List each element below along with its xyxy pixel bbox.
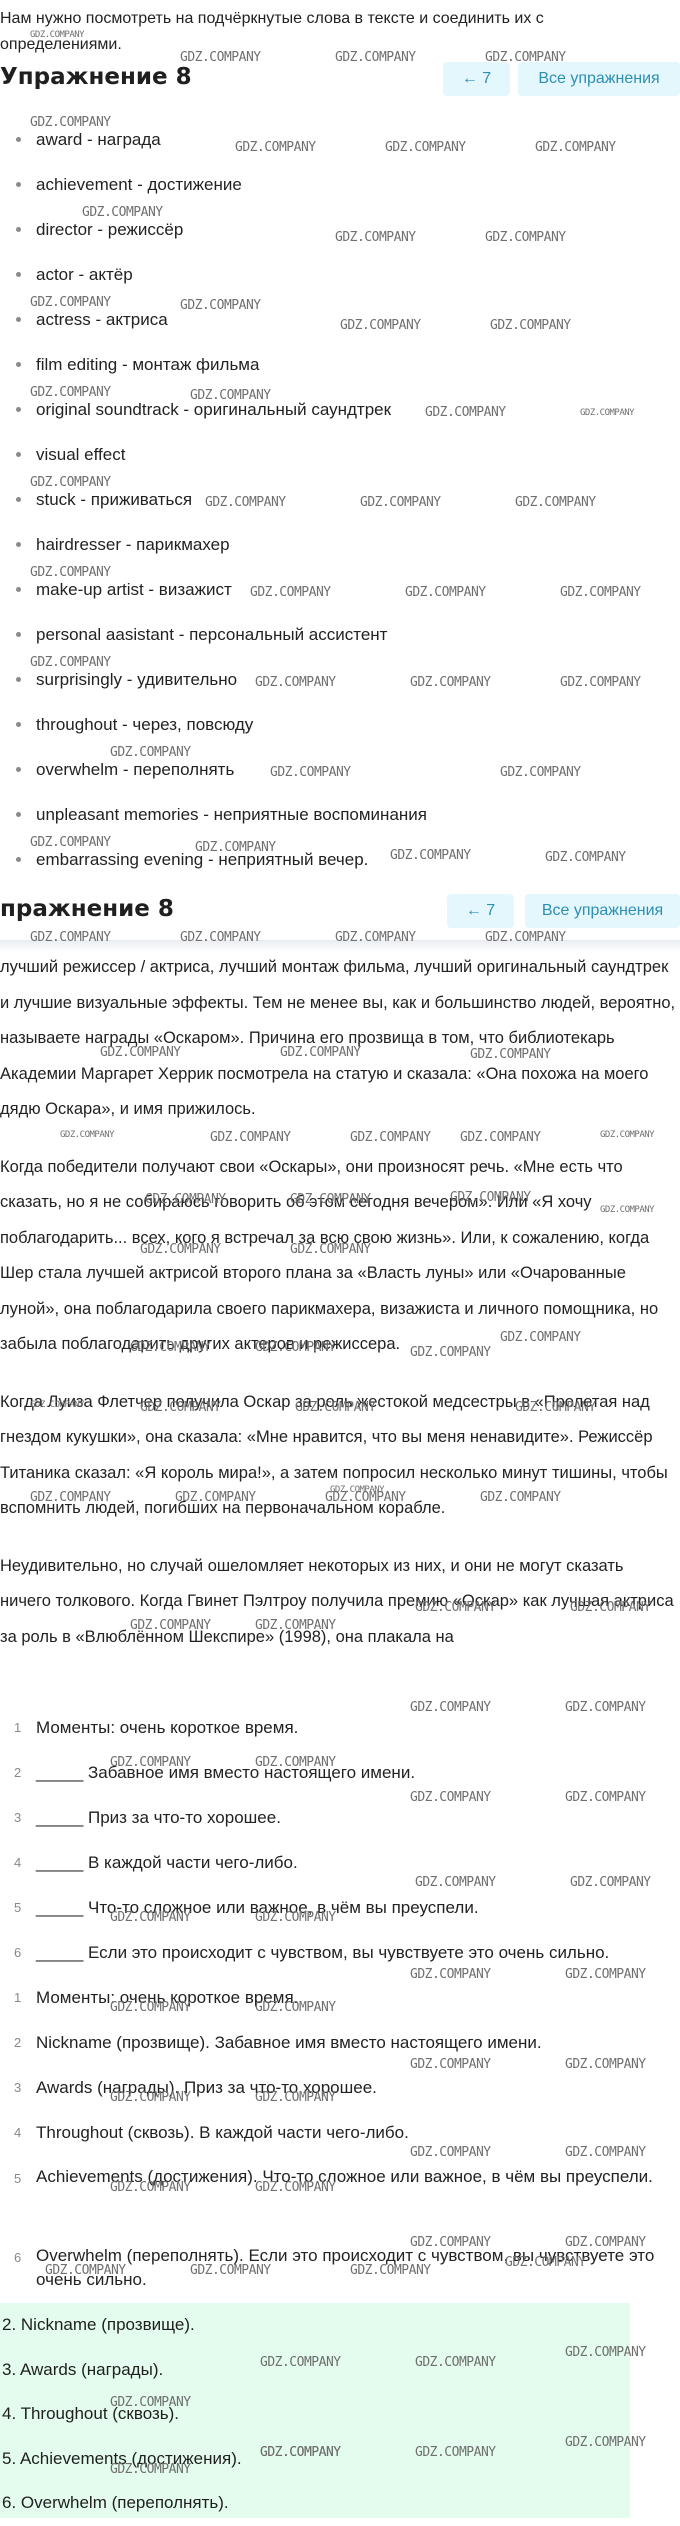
list-item: make-up artist - визажист (0, 567, 680, 612)
exercise-header-sticky: пражнение 8 ← 7 Все упражнения (0, 894, 680, 934)
list-item: 4 _____ В каждой части чего-либо. (14, 1853, 298, 1872)
list-item: 6 Overwhelm (переполнять). Если это проис… (14, 2246, 655, 2289)
list-item: surprisingly - удивительно (0, 657, 680, 702)
list-item: actress - актриса (0, 297, 680, 342)
all-exercises-button[interactable]: Все упражнения (518, 62, 680, 96)
paragraph: лучший режиссер / актриса, лучший монтаж… (0, 958, 676, 1118)
answer-line: 3. Awards (награды). (2, 2359, 164, 2379)
list-item: throughout - через, повсюду (0, 702, 680, 747)
list-item: visual effect (0, 432, 680, 477)
reading-text: лучший режиссер / актриса, лучший монтаж… (0, 950, 676, 1677)
list-item: 2 Nickname (прозвище). Забавное имя вмест… (14, 2033, 542, 2052)
exercise-title: пражнение 8 (0, 896, 174, 922)
list-item: film editing - монтаж фильма (0, 342, 680, 387)
answer-line: 2. Nickname (прозвище). (2, 2315, 195, 2334)
all-exercises-button[interactable]: Все упражнения (525, 894, 680, 928)
exercise-title: Упражнение 8 (0, 64, 192, 90)
exercise-header: Упражнение 8 ← 7 Все упражнения (0, 62, 680, 102)
list-item: 3 Awards (награды). Приз за что-то хороше… (14, 2078, 377, 2097)
list-item: director - режиссёр (0, 207, 680, 252)
vocabulary-list: award - награда achievement - достижение… (0, 117, 680, 882)
definitions-list: 1 Моменты: очень короткое время. 2 _____ З… (0, 1705, 680, 1975)
list-item: hairdresser - парикмахер (0, 522, 680, 567)
list-item: stuck - приживаться (0, 477, 680, 522)
list-item: 4 Throughout (сквозь). В каждой части чег… (14, 2123, 409, 2142)
list-item: 1 Моменты: очень короткое время. (14, 1988, 299, 2007)
previous-exercise-button[interactable]: ← 7 (447, 894, 514, 928)
list-item: original soundtrack - оригинальный саунд… (0, 387, 680, 432)
list-item: personal aasistant - персональный ассист… (0, 612, 680, 657)
answer-line: 6. Overwhelm (переполнять). (2, 2493, 229, 2513)
answers-list: 1 Моменты: очень короткое время. 2 Nicknam… (0, 1975, 680, 2302)
previous-exercise-button[interactable]: ← 7 (443, 62, 510, 96)
list-item: 1 Моменты: очень короткое время. (14, 1718, 299, 1737)
list-item: 5 Achievements (достижения). Что-то слож… (14, 2167, 653, 2186)
list-item: award - награда (0, 117, 680, 162)
answer-line: 4. Throughout (сквозь). (2, 2404, 180, 2424)
list-item: overwhelm - переполнять (0, 747, 680, 792)
paragraph: Неудивительно, но случай ошеломляет неко… (0, 1556, 674, 1646)
paragraph: Когда Луиза Флетчер получила Оскар за ро… (0, 1392, 668, 1518)
answers-block: 2. Nickname (прозвище). 3. Awards (награ… (0, 2303, 630, 2518)
list-item: embarrassing evening - неприятный вечер. (0, 837, 680, 882)
list-item: unpleasant memories - неприятные воспоми… (0, 792, 680, 837)
paragraph: Когда победители получают свои «Оскары»,… (0, 1157, 659, 1354)
intro-text: Нам нужно посмотреть на подчёркнутые сло… (0, 10, 544, 53)
answer-line: 5. Achievements (достижения). (2, 2448, 242, 2468)
list-item: 3 _____ Приз за что-то хорошее. (14, 1808, 281, 1827)
list-item: achievement - достижение (0, 162, 680, 207)
list-item: 6 _____ Если это происходит с чувством, в… (14, 1943, 610, 1962)
list-item: 2 _____ Забавное имя вместо настоящего им… (14, 1763, 416, 1782)
list-item: 5 _____ Что-то сложное или важное, в чём … (14, 1898, 479, 1917)
list-item: actor - актёр (0, 252, 680, 297)
